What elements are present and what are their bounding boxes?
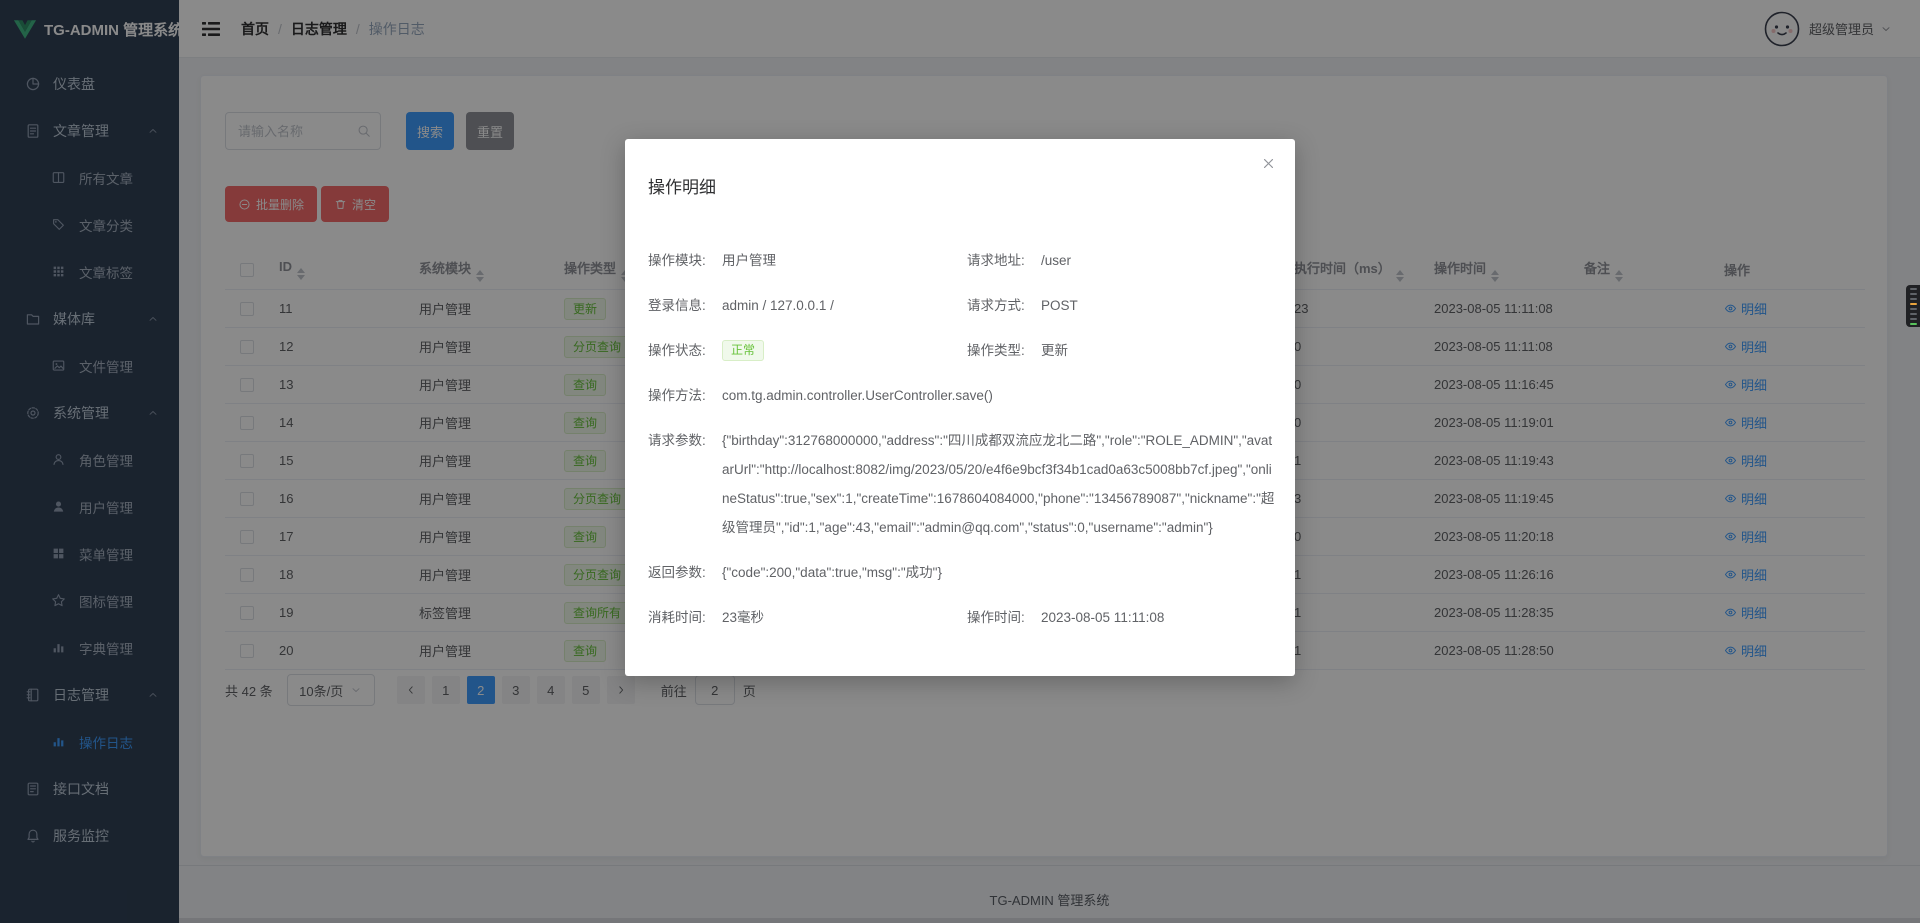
- modal-field-left: 操作状态:正常: [648, 336, 967, 365]
- handle-line: [1910, 308, 1917, 310]
- field-value: admin / 127.0.0.1 /: [722, 298, 834, 313]
- handle-line: [1910, 313, 1917, 315]
- field-label: 操作状态:: [648, 336, 722, 365]
- handle-line: [1910, 293, 1917, 295]
- field-value: 用户管理: [722, 253, 776, 268]
- field-value: POST: [1041, 298, 1078, 313]
- handle-line: [1910, 298, 1917, 300]
- browser-extension-handle[interactable]: [1906, 285, 1920, 327]
- handle-line: [1910, 288, 1917, 290]
- field-value: /user: [1041, 253, 1071, 268]
- handle-line: [1910, 323, 1917, 325]
- modal-close-button[interactable]: [1261, 156, 1276, 171]
- modal-field-right: 请求方式:POST: [967, 291, 1078, 320]
- modal-field-right: 操作时间:2023-08-05 11:11:08: [967, 603, 1164, 632]
- modal-title: 操作明细: [648, 173, 1277, 198]
- modal-field-left: 操作模块:用户管理: [648, 246, 967, 275]
- field-label: 操作类型:: [967, 336, 1041, 365]
- modal-field-right: 操作类型:更新: [967, 336, 1068, 365]
- field-value: 23毫秒: [722, 610, 764, 625]
- modal-field-row: 操作状态:正常操作类型:更新: [648, 336, 1277, 365]
- field-label: 返回参数:: [648, 558, 722, 587]
- field-label: 消耗时间:: [648, 603, 722, 632]
- modal-field-left: 消耗时间:23毫秒: [648, 603, 967, 632]
- modal-body: 操作模块:用户管理请求地址:/user登录信息:admin / 127.0.0.…: [648, 246, 1277, 632]
- field-value: 2023-08-05 11:11:08: [1041, 610, 1164, 625]
- modal-field-row: 操作模块:用户管理请求地址:/user: [648, 246, 1277, 275]
- modal-field-row: 消耗时间:23毫秒操作时间:2023-08-05 11:11:08: [648, 603, 1277, 632]
- modal-field-right: 请求地址:/user: [967, 246, 1071, 275]
- operation-detail-modal: 操作明细 操作模块:用户管理请求地址:/user登录信息:admin / 127…: [625, 139, 1295, 676]
- modal-field-row: 登录信息:admin / 127.0.0.1 /请求方式:POST: [648, 291, 1277, 320]
- field-value: 更新: [1041, 343, 1068, 358]
- modal-field-row: 操作方法:com.tg.admin.controller.UserControl…: [648, 381, 1277, 410]
- field-label: 登录信息:: [648, 291, 722, 320]
- handle-line: [1910, 318, 1917, 320]
- modal-field-left: 登录信息:admin / 127.0.0.1 /: [648, 291, 967, 320]
- field-value: com.tg.admin.controller.UserController.s…: [722, 381, 1275, 410]
- modal-field-row: 返回参数:{"code":200,"data":true,"msg":"成功"}: [648, 558, 1277, 587]
- field-label: 请求方式:: [967, 291, 1041, 320]
- handle-line: [1910, 303, 1917, 305]
- field-label: 操作时间:: [967, 603, 1041, 632]
- field-label: 操作方法:: [648, 381, 722, 410]
- status-tag: 正常: [722, 340, 764, 361]
- field-label: 请求参数:: [648, 426, 722, 455]
- field-label: 请求地址:: [967, 246, 1041, 275]
- modal-field-row: 请求参数:{"birthday":312768000000,"address":…: [648, 426, 1277, 542]
- field-value: {"birthday":312768000000,"address":"四川成都…: [722, 426, 1275, 542]
- field-value: {"code":200,"data":true,"msg":"成功"}: [722, 558, 1275, 587]
- field-label: 操作模块:: [648, 246, 722, 275]
